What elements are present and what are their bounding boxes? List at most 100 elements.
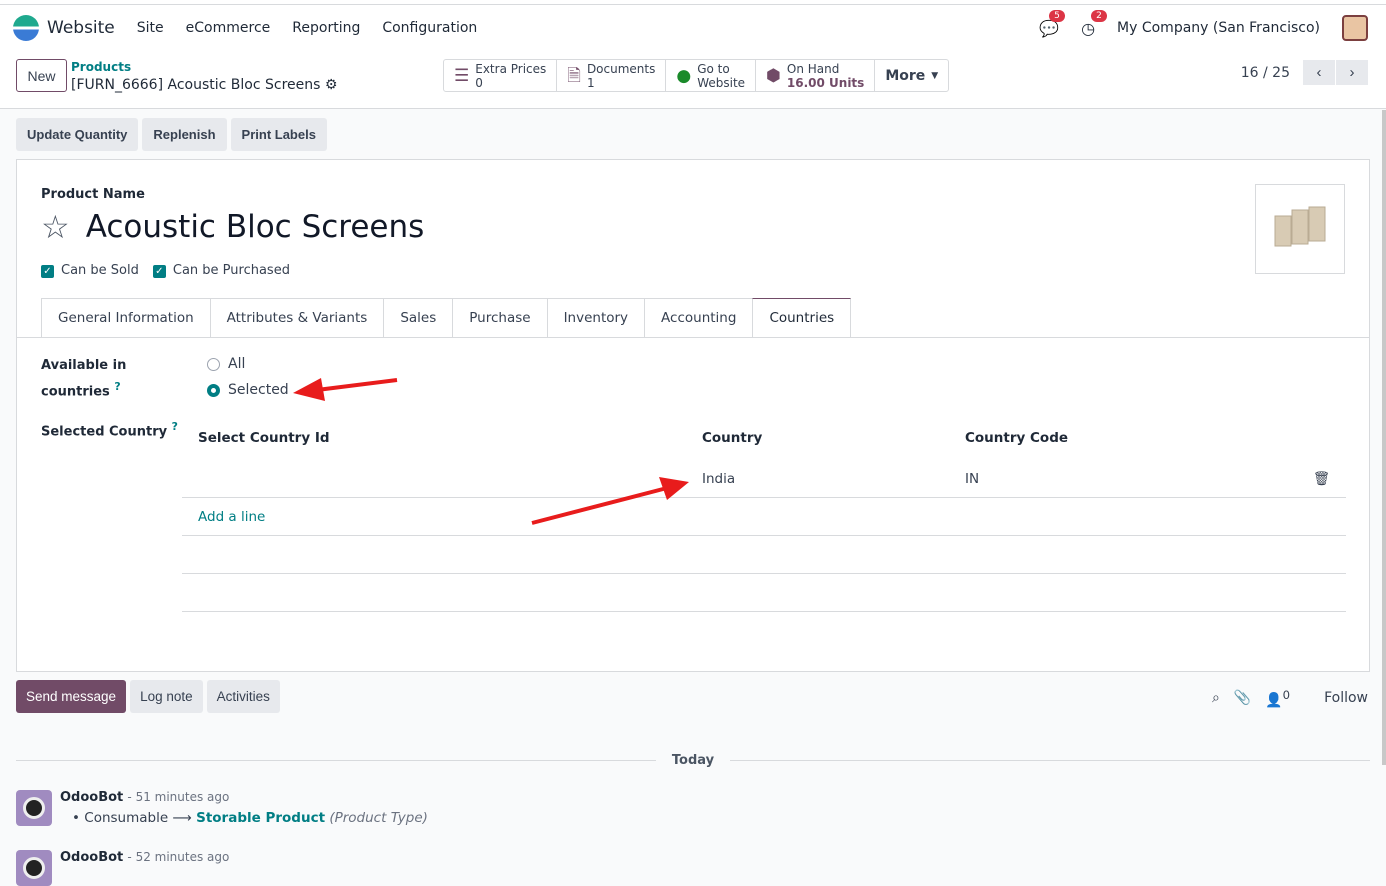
add-line-row: Add a line (182, 498, 1346, 536)
paperclip-icon[interactable]: 📎 (1234, 690, 1251, 706)
trash-icon[interactable]: 🗑 (1313, 471, 1330, 487)
form-tabs: General Information Attributes & Variant… (41, 298, 1345, 338)
product-name-field[interactable]: Acoustic Bloc Screens (86, 209, 425, 245)
radio-all[interactable]: All (207, 356, 245, 372)
pager: 16 / 25 ‹ › (1241, 60, 1368, 85)
screen-image-icon (1274, 206, 1326, 247)
new-value: Storable Product (196, 810, 326, 826)
search-icon[interactable]: ⌕ (1212, 690, 1220, 706)
breadcrumb-current: [FURN_6666] Acoustic Bloc Screens ⚙ (71, 77, 337, 93)
stat-label: Documents (586, 61, 656, 76)
pager-value[interactable]: 16 / 25 (1241, 65, 1290, 81)
document-icon: 🗎 (567, 65, 581, 86)
on-hand-button[interactable]: ⬢ On Hand 16.00 Units (756, 60, 876, 91)
activities-badge: 2 (1091, 9, 1107, 22)
add-line-link[interactable]: Add a line (198, 509, 265, 525)
tab-sales[interactable]: Sales (383, 298, 454, 337)
messages-badge: 5 (1049, 9, 1065, 22)
menu-reporting[interactable]: Reporting (292, 20, 360, 36)
message-author[interactable]: OdooBot (60, 790, 123, 805)
can-be-purchased-checkbox[interactable]: ✓ Can be Purchased (152, 263, 290, 278)
field-name: (Product Type) (329, 810, 428, 826)
followers-button[interactable]: 👤0 (1265, 688, 1290, 709)
empty-row (182, 574, 1346, 612)
selected-country-table: Select Country Id Country Country Code I… (182, 415, 1346, 612)
radio-label: All (228, 356, 246, 372)
activities-button[interactable]: Activities (206, 680, 280, 713)
follow-button[interactable]: Follow (1324, 690, 1368, 706)
empty-row (182, 536, 1346, 574)
table-row[interactable]: India IN 🗑 (182, 460, 1346, 498)
date-label: Today (671, 753, 715, 768)
label-line: Available in (41, 358, 127, 373)
label-text: Selected Country (41, 424, 168, 440)
main-navbar: Website Site eCommerce Reporting Configu… (0, 5, 1386, 51)
cell-country-code[interactable]: IN (965, 471, 979, 487)
table-header: Select Country Id Country Country Code (182, 415, 1346, 460)
more-dropdown[interactable]: More ▼ (875, 60, 948, 91)
chatter-message: OdooBot - 52 minutes ago (16, 850, 229, 886)
menu-configuration[interactable]: Configuration (382, 20, 477, 36)
odoobot-avatar (16, 850, 52, 886)
checkbox-checked-icon: ✓ (41, 265, 54, 278)
column-country[interactable]: Country (702, 430, 762, 446)
gear-icon[interactable]: ⚙ (325, 77, 338, 93)
checkbox-label: Can be Sold (61, 263, 139, 278)
favorite-star-icon[interactable]: ☆ (41, 208, 70, 246)
menu-site[interactable]: Site (137, 20, 164, 36)
product-form-sheet: Product Name ☆ Acoustic Bloc Screens ✓ Can… (16, 159, 1370, 672)
app-name[interactable]: Website (47, 18, 115, 38)
annotation-arrow-selected (316, 378, 398, 392)
radio-on-icon (207, 383, 220, 397)
selected-country-label: Selected Country ? (41, 420, 178, 439)
caret-down-icon: ▼ (931, 70, 939, 81)
column-select-country-id[interactable]: Select Country Id (198, 430, 330, 446)
stat-value: Website (697, 75, 746, 90)
log-note-button[interactable]: Log note (130, 680, 203, 713)
message-author[interactable]: OdooBot (60, 850, 123, 865)
pager-previous-button[interactable]: ‹ (1303, 60, 1335, 85)
available-countries-label: Available in countries ? (41, 355, 126, 402)
help-tooltip-icon[interactable]: ? (172, 420, 178, 433)
tab-divider (17, 337, 1369, 338)
tab-general-information[interactable]: General Information (41, 298, 211, 337)
tab-accounting[interactable]: Accounting (644, 298, 754, 337)
control-panel: New Products [FURN_6666] Acoustic Bloc S… (0, 51, 1386, 109)
radio-label: Selected (228, 382, 289, 398)
extra-prices-button[interactable]: ☰ Extra Prices 0 (444, 60, 558, 91)
breadcrumb-products[interactable]: Products (71, 60, 131, 74)
documents-button[interactable]: 🗎 Documents 1 (557, 60, 667, 91)
print-labels-button[interactable]: Print Labels (230, 118, 327, 151)
can-be-sold-checkbox[interactable]: ✓ Can be Sold (41, 263, 139, 278)
tab-attributes-variants[interactable]: Attributes & Variants (209, 298, 385, 337)
chatter-actions: Send message Log note Activities (16, 680, 280, 713)
breadcrumb-current-label: [FURN_6666] Acoustic Bloc Screens (71, 77, 321, 93)
radio-selected[interactable]: Selected (207, 382, 289, 398)
checkbox-checked-icon: ✓ (152, 265, 166, 278)
column-country-code[interactable]: Country Code (965, 430, 1068, 446)
product-name-label: Product Name (41, 187, 145, 202)
tab-purchase[interactable]: Purchase (452, 298, 548, 337)
activities-clock-icon[interactable]: ◷ 2 (1081, 9, 1107, 38)
company-switcher[interactable]: My Company (San Francisco) (1117, 20, 1320, 36)
scrollbar[interactable] (1382, 110, 1386, 765)
go-to-website-button[interactable]: ● Go to Website (666, 60, 757, 91)
user-avatar[interactable] (1342, 15, 1368, 41)
checkbox-label: Can be Purchased (172, 263, 290, 278)
pager-next-button[interactable]: › (1336, 60, 1368, 85)
menu-ecommerce[interactable]: eCommerce (186, 20, 271, 36)
messages-icon[interactable]: 💬 5 (1039, 9, 1065, 38)
message-time: - 52 minutes ago (127, 850, 230, 864)
help-tooltip-icon[interactable]: ? (114, 380, 120, 393)
update-quantity-button[interactable]: Update Quantity (16, 118, 139, 151)
replenish-button[interactable]: Replenish (142, 118, 227, 151)
product-image[interactable] (1255, 184, 1345, 274)
cell-country[interactable]: India (702, 471, 735, 487)
chatter-message: OdooBot - 51 minutes ago • Consumable ⟶ … (16, 790, 428, 826)
old-value: Consumable (84, 810, 169, 826)
new-button[interactable]: New (16, 59, 67, 92)
tab-inventory[interactable]: Inventory (546, 298, 646, 337)
send-message-button[interactable]: Send message (16, 680, 127, 713)
website-app-logo-icon[interactable] (13, 15, 39, 41)
tab-countries[interactable]: Countries (752, 298, 852, 338)
